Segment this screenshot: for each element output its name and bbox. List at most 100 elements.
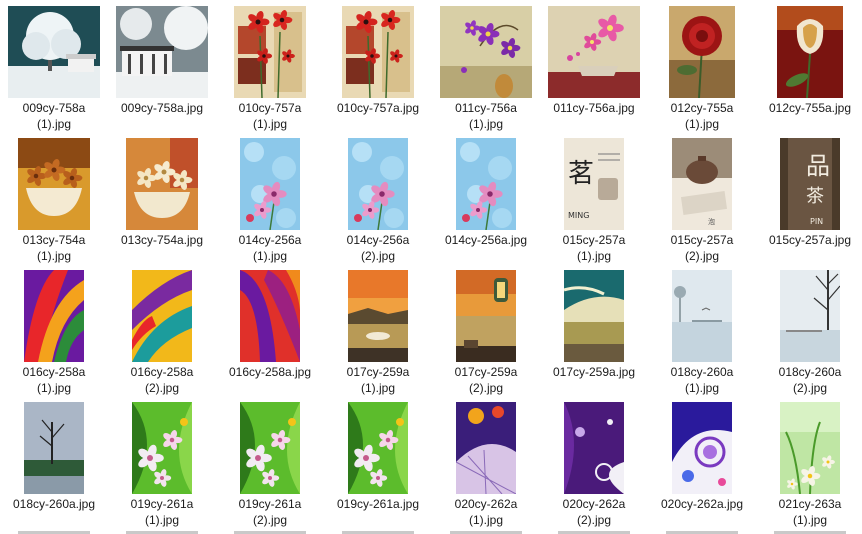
file-item[interactable]: 013cy-754a (1).jpg xyxy=(0,136,108,268)
file-name: 011cy-756a (1).jpg xyxy=(455,101,517,131)
file-thumbnail xyxy=(324,6,432,98)
file-thumbnail xyxy=(756,402,862,494)
thumbnail-image xyxy=(669,6,735,98)
file-thumbnail xyxy=(0,6,108,98)
thumbnail-image xyxy=(780,270,840,362)
file-item[interactable]: 014cy-256a (2).jpg xyxy=(324,136,432,268)
thumbnail-image xyxy=(18,138,90,230)
file-thumbnail xyxy=(540,270,648,362)
file-thumbnail xyxy=(216,138,324,230)
file-thumbnail xyxy=(108,138,216,230)
file-name: 017cy-259a (2).jpg xyxy=(454,365,518,395)
thumbnail-image xyxy=(348,402,408,494)
file-thumbnail xyxy=(432,270,540,362)
file-name: 019cy-261a.jpg xyxy=(336,497,420,511)
file-item[interactable]: 011cy-756a.jpg xyxy=(540,4,648,136)
file-thumbnail xyxy=(324,270,432,362)
svg-text:泡: 泡 xyxy=(708,217,715,226)
file-name: 018cy-260a (1).jpg xyxy=(670,365,734,395)
thumbnail-image xyxy=(564,402,624,494)
file-item[interactable]: 011cy-756a (1).jpg xyxy=(432,4,540,136)
file-thumbnail xyxy=(108,6,216,98)
file-item[interactable]: 泡 015cy-257a (2).jpg xyxy=(648,136,756,268)
file-name: 020cy-262a.jpg xyxy=(660,497,744,511)
thumbnail-image: 茗 MING xyxy=(564,138,624,230)
thumbnail-image xyxy=(8,6,100,98)
file-name: 014cy-256a (1).jpg xyxy=(238,233,302,263)
file-grid: 009cy-758a (1).jpg 009cy-758a.jpg 010cy-75… xyxy=(0,0,862,534)
thumbnail-image xyxy=(564,270,624,362)
thumbnail-image xyxy=(548,6,640,98)
file-item[interactable]: 018cy-260a (1).jpg xyxy=(648,268,756,400)
file-thumbnail xyxy=(216,270,324,362)
file-item[interactable]: 010cy-757a.jpg xyxy=(324,4,432,136)
file-item[interactable]: 019cy-261a (2).jpg xyxy=(216,400,324,532)
thumbnail-image xyxy=(240,402,300,494)
file-name: 013cy-754a.jpg xyxy=(120,233,204,247)
file-item[interactable]: 茗 MING 015cy-257a (1).jpg xyxy=(540,136,648,268)
file-name: 019cy-261a (2).jpg xyxy=(238,497,302,527)
file-thumbnail xyxy=(216,402,324,494)
file-item[interactable]: 009cy-758a.jpg xyxy=(108,4,216,136)
file-name: 017cy-259a.jpg xyxy=(552,365,636,379)
file-item[interactable]: 018cy-260a (2).jpg xyxy=(756,268,862,400)
thumbnail-image xyxy=(24,270,84,362)
file-item[interactable]: 010cy-757a (1).jpg xyxy=(216,4,324,136)
thumbnail-image xyxy=(780,402,840,494)
file-item[interactable]: 020cy-262a.jpg xyxy=(648,400,756,532)
file-thumbnail xyxy=(648,6,756,98)
thumbnail-image xyxy=(240,270,300,362)
file-thumbnail xyxy=(756,6,862,98)
thumbnail-image xyxy=(348,138,408,230)
file-thumbnail: 泡 xyxy=(648,138,756,230)
thumbnail-image xyxy=(132,402,192,494)
file-item[interactable]: 018cy-260a.jpg xyxy=(0,400,108,532)
file-name: 016cy-258a (1).jpg xyxy=(22,365,86,395)
thumbnail-image xyxy=(777,6,843,98)
file-name: 018cy-260a.jpg xyxy=(12,497,96,511)
file-item[interactable]: 017cy-259a (1).jpg xyxy=(324,268,432,400)
file-name: 011cy-756a.jpg xyxy=(553,101,635,115)
file-name: 015cy-257a (1).jpg xyxy=(562,233,626,263)
thumbnail-image xyxy=(342,6,414,98)
file-name: 014cy-256a (2).jpg xyxy=(346,233,410,263)
thumbnail-image xyxy=(126,138,198,230)
file-name: 019cy-261a (1).jpg xyxy=(130,497,194,527)
svg-text:MING: MING xyxy=(568,211,589,220)
file-name: 017cy-259a (1).jpg xyxy=(346,365,410,395)
file-name: 014cy-256a.jpg xyxy=(444,233,528,247)
file-thumbnail xyxy=(648,402,756,494)
file-item[interactable]: 品茶 PIN 015cy-257a.jpg xyxy=(756,136,862,268)
file-item[interactable]: 014cy-256a.jpg xyxy=(432,136,540,268)
file-name: 015cy-257a (2).jpg xyxy=(670,233,734,263)
file-item[interactable]: 021cy-263a (1).jpg xyxy=(756,400,862,532)
svg-text:茗: 茗 xyxy=(568,159,594,189)
file-name: 016cy-258a.jpg xyxy=(228,365,312,379)
file-item[interactable]: 012cy-755a (1).jpg xyxy=(648,4,756,136)
file-item[interactable]: 017cy-259a.jpg xyxy=(540,268,648,400)
file-name: 009cy-758a (1).jpg xyxy=(22,101,86,131)
file-item[interactable]: 019cy-261a.jpg xyxy=(324,400,432,532)
file-item[interactable]: 016cy-258a.jpg xyxy=(216,268,324,400)
file-thumbnail xyxy=(432,402,540,494)
file-item[interactable]: 013cy-754a.jpg xyxy=(108,136,216,268)
file-thumbnail xyxy=(432,6,540,98)
file-item[interactable]: 012cy-755a.jpg xyxy=(756,4,862,136)
file-item[interactable]: 016cy-258a (1).jpg xyxy=(0,268,108,400)
file-thumbnail xyxy=(216,6,324,98)
file-item[interactable]: 020cy-262a (1).jpg xyxy=(432,400,540,532)
file-thumbnail xyxy=(756,270,862,362)
file-item[interactable]: 014cy-256a (1).jpg xyxy=(216,136,324,268)
file-name: 021cy-263a (1).jpg xyxy=(778,497,842,527)
thumbnail-image xyxy=(456,138,516,230)
file-item[interactable]: 020cy-262a (2).jpg xyxy=(540,400,648,532)
file-name: 012cy-755a (1).jpg xyxy=(670,101,734,131)
file-name: 018cy-260a (2).jpg xyxy=(778,365,842,395)
file-name: 015cy-257a.jpg xyxy=(768,233,852,247)
file-item[interactable]: 019cy-261a (1).jpg xyxy=(108,400,216,532)
file-item[interactable]: 009cy-758a (1).jpg xyxy=(0,4,108,136)
file-item[interactable]: 016cy-258a (2).jpg xyxy=(108,268,216,400)
thumbnail-image xyxy=(672,402,732,494)
file-thumbnail xyxy=(108,270,216,362)
file-item[interactable]: 017cy-259a (2).jpg xyxy=(432,268,540,400)
